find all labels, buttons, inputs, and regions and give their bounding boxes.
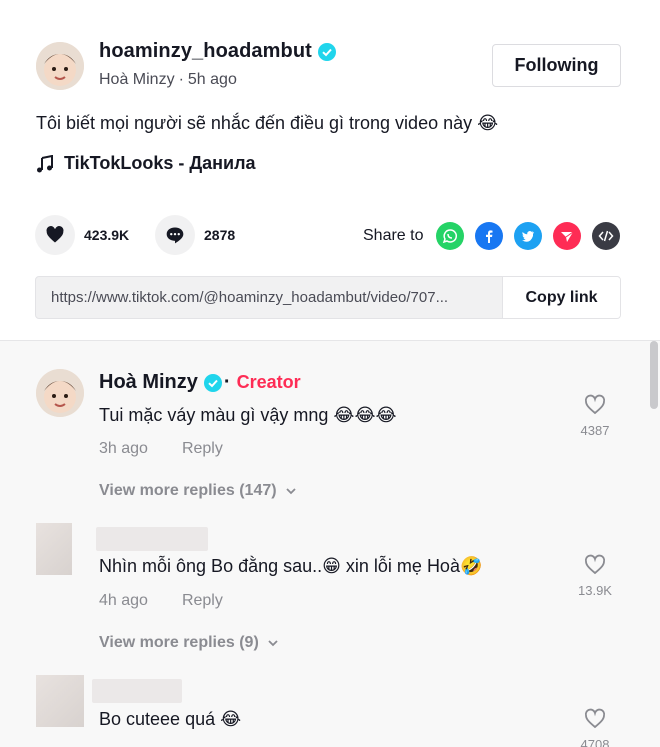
comment-like[interactable]: 4387	[575, 393, 615, 438]
comment-time: 4h ago	[99, 592, 148, 609]
author-username-text[interactable]: hoaminzy_hoadambut	[99, 40, 312, 63]
comment-time: 3h ago	[99, 440, 148, 457]
comment-like[interactable]: 4708	[575, 707, 615, 747]
embed-icon[interactable]	[592, 222, 620, 250]
comment-author[interactable]: Hoà Minzy · Creator	[99, 371, 301, 394]
comment-text: Nhìn mỗi ông Bo đằng sau..😁 xin lỗi mẹ H…	[99, 556, 483, 576]
video-link-url[interactable]: https://www.tiktok.com/@hoaminzy_hoadamb…	[36, 277, 502, 318]
author-subline: Hoà Minzy · 5h ago	[99, 71, 237, 88]
facebook-icon[interactable]	[475, 222, 503, 250]
comment-button[interactable]	[155, 215, 195, 255]
comment-avatar[interactable]	[36, 675, 84, 727]
music-title[interactable]: TikTokLooks - Данила	[64, 153, 256, 174]
comment-action[interactable]: 2878	[155, 215, 235, 255]
comment-author-name[interactable]: Hoà Minzy	[99, 371, 198, 394]
comment-like[interactable]: 13.9K	[575, 553, 615, 598]
comment-author-redacted	[96, 527, 208, 551]
comment-avatar[interactable]	[36, 523, 72, 575]
heart-outline-icon[interactable]	[583, 393, 607, 417]
creator-badge: Creator	[236, 372, 301, 392]
heart-outline-icon[interactable]	[583, 707, 607, 731]
send-icon[interactable]	[553, 222, 581, 250]
comment-meta: 4h ago Reply	[99, 592, 223, 610]
author-avatar[interactable]	[36, 42, 84, 90]
comment-avatar[interactable]	[36, 369, 84, 417]
verified-icon	[317, 42, 336, 61]
comment-like-count: 13.9K	[578, 583, 612, 598]
like-button[interactable]	[35, 215, 75, 255]
like-count: 423.9K	[84, 227, 130, 243]
post-time: 5h ago	[187, 71, 237, 88]
comment-text: Tui mặc váy màu gì vậy mng 😂😂😂	[99, 405, 397, 425]
comment-author-redacted	[92, 679, 182, 703]
verified-icon	[203, 373, 222, 392]
music-note-icon	[37, 154, 53, 172]
video-link-box: https://www.tiktok.com/@hoaminzy_hoadamb…	[35, 276, 621, 319]
reply-button[interactable]: Reply	[182, 592, 223, 610]
heart-outline-icon[interactable]	[583, 553, 607, 577]
comment-text: Bo cuteee quá 😂	[99, 709, 242, 729]
view-more-label[interactable]: View more replies (9)	[99, 634, 259, 652]
comment-count: 2878	[204, 227, 236, 243]
view-more-label[interactable]: View more replies (147)	[99, 482, 277, 500]
reply-button[interactable]: Reply	[182, 440, 223, 458]
chevron-down-icon	[285, 488, 296, 495]
scrollbar[interactable]	[650, 341, 658, 409]
comment-meta: 3h ago Reply	[99, 440, 223, 458]
like-action[interactable]: 423.9K	[35, 215, 129, 255]
video-info-panel: hoaminzy_hoadambut Hoà Minzy · 5h ago Foll…	[0, 0, 660, 340]
music-link[interactable]: TikTokLooks - Данила	[36, 153, 256, 174]
heart-icon	[46, 226, 64, 243]
chevron-down-icon	[268, 640, 278, 647]
whatsapp-icon[interactable]	[436, 222, 464, 250]
post-caption: Tôi biết mọi người sẽ nhắc đến điều gì t…	[36, 113, 499, 133]
comment-like-count: 4708	[580, 737, 610, 747]
share-label: Share to	[363, 227, 424, 244]
comments-panel[interactable]: Hoà Minzy · Creator Tui mặc váy màu gì v…	[0, 340, 660, 747]
comment-like-count: 4387	[580, 423, 610, 438]
view-more-replies[interactable]: View more replies (147)	[99, 482, 297, 500]
twitter-icon[interactable]	[514, 222, 542, 250]
author-username[interactable]: hoaminzy_hoadambut	[99, 40, 336, 63]
view-more-replies[interactable]: View more replies (9)	[99, 634, 279, 652]
author-display-name: Hoà Minzy	[99, 71, 175, 88]
copy-link-button[interactable]: Copy link	[502, 277, 620, 318]
comment-icon	[166, 227, 184, 244]
following-button[interactable]: Following	[492, 44, 621, 87]
